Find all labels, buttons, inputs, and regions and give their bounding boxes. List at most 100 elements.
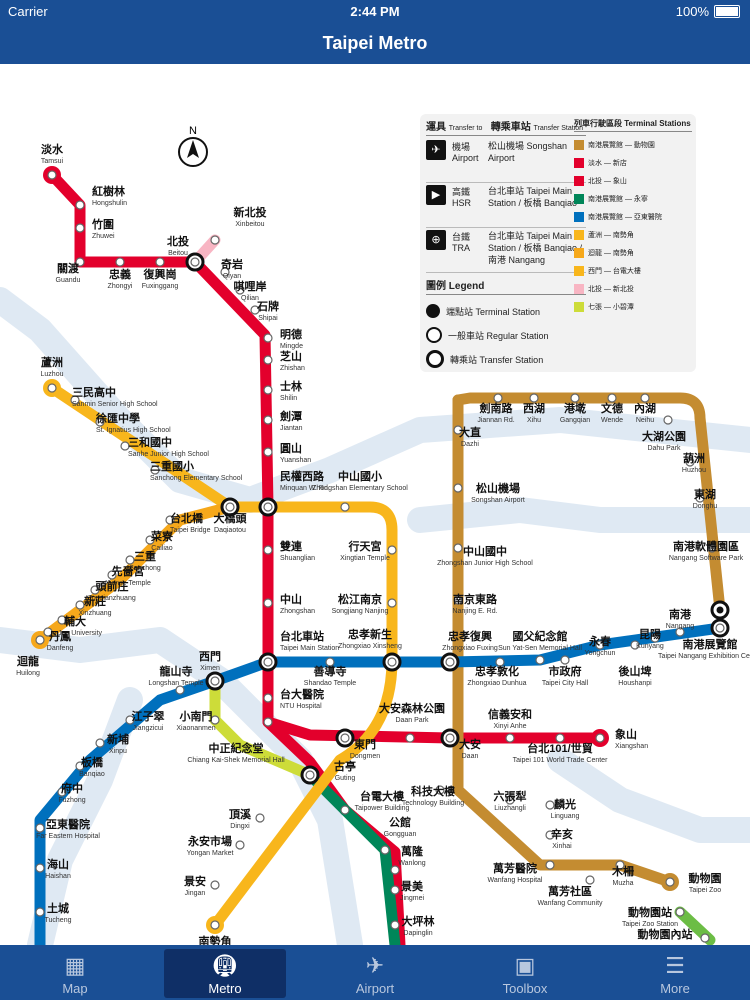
station-label-en: Huilong [16,670,40,677]
station-label-zh: 芝山 [280,349,302,363]
station-label-zh: 昆陽 [639,627,661,641]
station-label-zh: 忠孝敦化 [475,664,519,678]
sections-legend: 列車行駛區段 Terminal Stations 南港展覽館 — 動物園淡水 —… [574,118,692,316]
train-icon: 🚇︎ [211,953,239,978]
sections-legend-header: 列車行駛區段 Terminal Stations [574,118,692,132]
station-marker [263,355,273,365]
station-label-en: Qiyan [223,273,241,280]
river [407,497,750,533]
station-label-en: Taipei Zoo Station [622,921,678,928]
station-label-en: Tucheng [45,917,72,924]
legend-transfer-row: ⊕ 台鐵 TRA 台北車站 Taipei Main Station / 板橋 Ban… [426,230,586,273]
station-label-zh: 蘆洲 [41,355,63,369]
station-label-zh: 動物園內站 [638,927,693,941]
station-label-zh: 三民高中 [72,385,116,399]
station-marker [445,657,455,667]
station-label-zh: 科技大樓 [411,784,455,798]
transfer-mode-icon: ⊕ [426,230,446,250]
station-marker [405,733,415,743]
station-label-zh: 圓山 [280,441,302,455]
tab-airport[interactable]: ✈ Airport [300,945,450,1000]
station-marker [255,813,265,823]
station-label-en: Shuanglian [280,555,315,562]
tab-bar: ▦ Map 🚇︎ Metro ✈ Airport ▣ Toolbox ☰ Mor… [0,945,750,1000]
station-marker [387,657,397,667]
legend-symbol-label: 一般車站 Regular Station [448,330,549,341]
legend-transfer-row: ✈ 機場 Airport 松山機場 Songshan Airport [426,140,586,183]
legend-section-row: 南港展覽館 — 永寧 [574,190,692,208]
station-label-en: Zhongshan Junior High School [437,560,533,567]
station-label-zh: 忠孝復興 [448,629,492,643]
legend-section-row: 南港展覽館 — 動物園 [574,136,692,154]
station-label-zh: 萬芳醫院 [493,861,537,875]
station-marker [390,885,400,895]
station-label-en: NTU Hospital [280,703,322,710]
compass: N [176,124,210,170]
compass-label: N [189,125,197,137]
station-label-en: Zhongshan [280,608,315,615]
station-label-en: Xinyi Anhe [493,723,526,730]
station-label-zh: 江子翠 [132,709,165,723]
tab-metro[interactable]: 🚇︎ Metro [150,945,300,1000]
station-label-zh: 台電大樓 [360,789,404,803]
station-label-en: Zhongyi [108,283,133,290]
station-label-zh: 景美 [400,879,424,893]
station-marker [453,543,463,553]
station-label-en: Houshanpi [618,680,652,687]
tab-more[interactable]: ☰ More [600,945,750,1000]
station-label-en: Wende [601,417,623,424]
transfer-station-value: 台北車站 Taipei Main Station / 板橋 Banqiao [488,186,578,208]
station-label-zh: 動物園 [689,871,722,885]
station-label-zh: 南港展覽館 [683,637,738,651]
station-marker [700,933,710,943]
station-label-en: Beitou [168,250,188,257]
line-color-swatch [574,266,584,276]
station-label-zh: 內湖 [634,401,656,415]
station-label-en: Zhongxiao Xinsheng [338,643,402,650]
station-label-zh: 先嗇宮 [112,564,145,578]
station-label-en: Sanhe Junior High School [128,451,209,458]
red-line-xiangshan [262,716,606,744]
metro-map[interactable]: 淡水 Tamsui 紅樹林 Hongshulin 竹圍 Zhuwei 關渡 Guandu 忠義 Z… [0,64,750,945]
station-marker [325,657,335,667]
tab-toolbox[interactable]: ▣ Toolbox [450,945,600,1000]
station-label-zh: 忠義 [109,267,131,281]
station-marker [529,393,539,403]
nav-title: Taipei Metro [322,33,428,53]
station-label-zh: 大安森林公園 [379,701,445,715]
station-label-en: Zhishan [280,365,305,372]
station-marker [263,333,273,343]
station-label-zh: 府中 [61,781,83,795]
station-label-zh: 南京東路 [453,592,498,606]
station-label-zh: 大坪林 [402,914,435,928]
station-label-zh: 明德 [280,327,302,341]
legend-section-label: 蘆洲 — 南勢角 [588,232,634,239]
station-label-zh: 大直 [459,425,481,439]
tab-map[interactable]: ▦ Map [0,945,150,1000]
station-label-zh: 台大醫院 [280,687,324,701]
station-label-zh: 台北101/世貿 [527,741,592,755]
station-label-zh: 雙連 [280,539,303,553]
station-label-zh: 善導寺 [314,664,347,678]
legend-section-row: 蘆洲 — 南勢角 [574,226,692,244]
station-label-zh: 大湖公園 [642,429,686,443]
station-label-zh: 西湖 [523,401,545,415]
station-label-en: Neihu [636,417,654,424]
station-label-en: Taipei City Hall [542,680,589,687]
station-marker [665,877,675,887]
legend-section-row: 南港展覽館 — 亞東醫院 [574,208,692,226]
station-label-en: Nangang [666,623,695,630]
transfer-station-value: 松山機場 Songshan Airport [488,141,568,163]
station-marker [675,907,685,917]
legend-section-label: 淡水 — 新店 [588,160,627,167]
transfer-mode-label: 台鐵 TRA [452,232,471,253]
legend-transfer-row: ▶ 高鐵 HSR 台北車站 Taipei Main Station / 板橋 Ban… [426,185,586,228]
station-label-en: Ximen [200,665,220,672]
station-label-zh: 小南門 [179,709,213,723]
transfer-station-value: 台北車站 Taipei Main Station / 板橋 Banqiao / … [488,231,583,265]
station-label-en: Songjiang Nanjing [332,608,389,615]
station-label-zh: 麟光 [554,797,576,811]
station-label-zh: 萬芳社區 [548,884,592,898]
station-label-zh: 台北橋 [170,511,204,525]
station-label-en: Longshan Temple [148,680,203,687]
